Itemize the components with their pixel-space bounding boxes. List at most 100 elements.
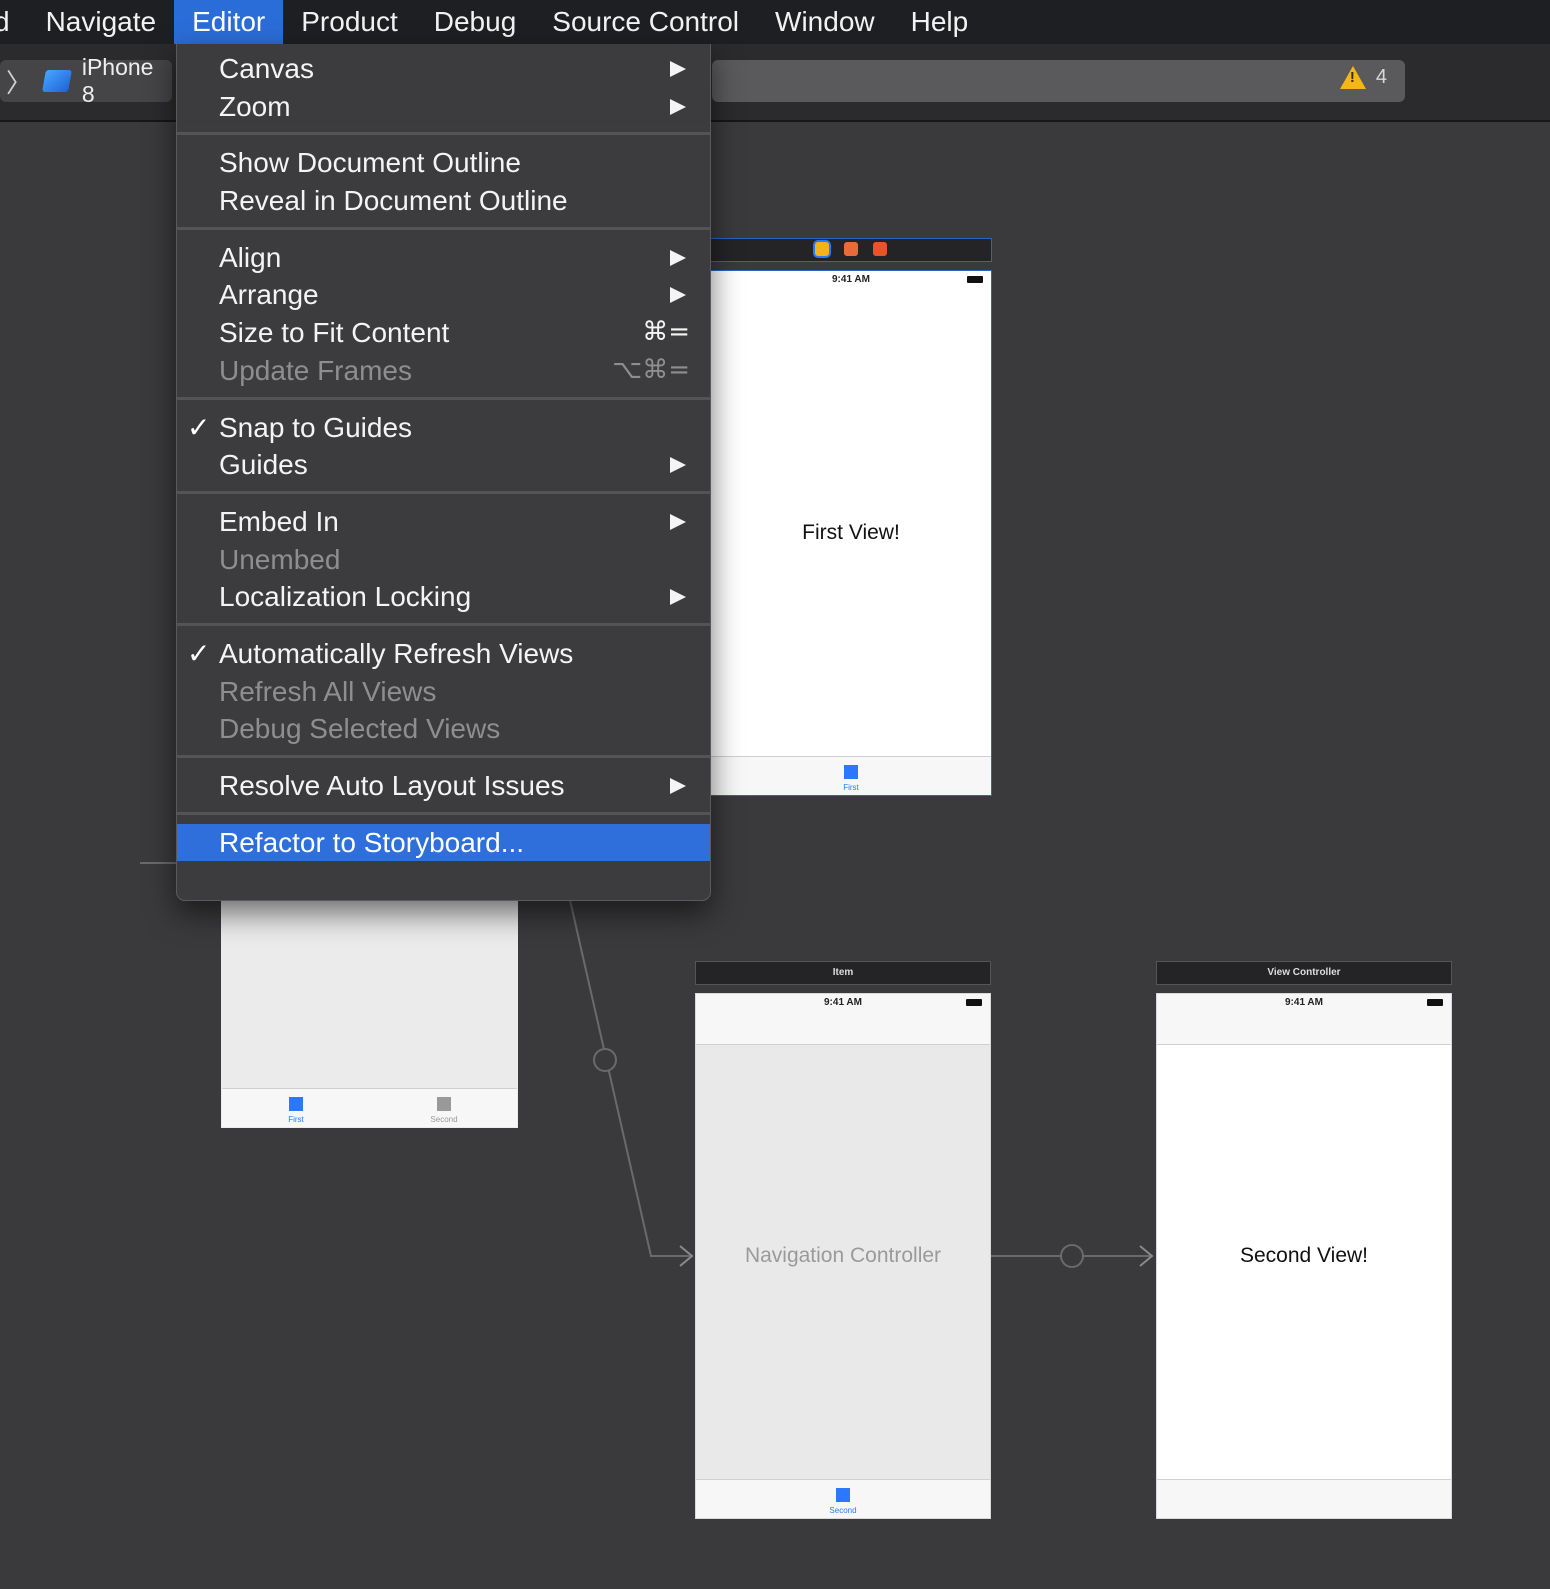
tab-square-icon: [844, 765, 858, 779]
submenu-arrow-icon: [670, 287, 686, 304]
battery-icon: [1427, 999, 1443, 1006]
menu-item-label: Align: [219, 241, 282, 273]
tab-label: Second: [430, 1115, 458, 1124]
submenu-arrow-icon: [670, 589, 686, 606]
menu-group-refactor: Refactor to Storyboard...: [177, 823, 710, 862]
menu-item-localization-locking[interactable]: Localization Locking: [177, 578, 710, 616]
menu-item-label: Snap to Guides: [219, 411, 413, 443]
menu-item-unembed: Unembed: [177, 541, 710, 579]
status-time: 9:41 AM: [1285, 997, 1323, 1008]
menu-item-automatically-refresh-views[interactable]: ✓ Automatically Refresh Views: [177, 635, 710, 673]
menu-item-canvas[interactable]: Canvas: [177, 50, 710, 88]
tab-square-icon: [836, 1488, 850, 1502]
tab-second[interactable]: Second: [414, 1097, 474, 1124]
submenu-arrow-icon: [670, 98, 686, 115]
submenu-arrow-icon: [670, 249, 686, 266]
keyboard-shortcut: ⌘=: [642, 317, 690, 348]
submenu-arrow-icon: [670, 457, 686, 474]
menu-item-guides[interactable]: Guides: [177, 446, 710, 484]
menu-item-label: Canvas: [219, 53, 314, 84]
segue-icon: [593, 1048, 617, 1072]
menu-separator: [177, 755, 710, 758]
menu-group-guides: ✓ Snap to Guides Guides: [177, 409, 710, 484]
menu-separator: [177, 622, 710, 626]
menu-separator: [177, 396, 710, 400]
menu-group-embed: Embed In Unembed Localization Locking: [177, 503, 710, 616]
menu-separator: [177, 132, 710, 136]
menu-item-align[interactable]: Align: [177, 239, 710, 277]
editor-menu-dropdown: Canvas Zoom Show Document Outline Reveal…: [176, 44, 711, 901]
checkmark-icon: ✓: [187, 637, 211, 669]
submenu-arrow-icon: [670, 513, 686, 530]
status-bar: 9:41 AM: [711, 271, 991, 289]
menu-item-label: Embed In: [219, 505, 339, 537]
menu-item-label: Show Document Outline: [219, 147, 521, 179]
menu-item-label: Resolve Auto Layout Issues: [219, 770, 565, 801]
menu-item-label: Arrange: [219, 279, 319, 311]
menu-item-arrange[interactable]: Arrange: [177, 276, 710, 314]
second-view-scene[interactable]: 9:41 AM Second View!: [1156, 993, 1452, 1519]
exit-icon: [872, 242, 887, 257]
segue-icon: [1060, 1244, 1084, 1268]
menu-item-update-frames: Update Frames ⌥⌘=: [177, 352, 710, 390]
menu-item-debug-selected-views: Debug Selected Views: [177, 710, 710, 748]
tab-square-icon: [437, 1097, 451, 1111]
menu-group-autolayout: Resolve Auto Layout Issues: [177, 767, 710, 805]
tab-label: Second: [829, 1506, 857, 1515]
submenu-arrow-icon: [670, 61, 686, 77]
status-time: 9:41 AM: [832, 274, 870, 285]
menu-item-label: Size to Fit Content: [219, 317, 450, 349]
battery-icon: [966, 999, 982, 1006]
menu-item-zoom[interactable]: Zoom: [177, 88, 710, 126]
menu-item-label: Localization Locking: [219, 581, 472, 613]
battery-icon: [967, 276, 983, 283]
menu-item-label: Reveal in Document Outline: [219, 185, 568, 217]
navigation-controller-label: Navigation Controller: [744, 1244, 942, 1267]
tab-first[interactable]: First: [821, 765, 881, 792]
view-controller-icon: [815, 242, 830, 257]
tab-square-icon: [289, 1097, 303, 1111]
menu-item-label: Debug Selected Views: [219, 713, 501, 745]
status-bar: 9:41 AM: [696, 994, 990, 1012]
menu-item-resolve-auto-layout-issues[interactable]: Resolve Auto Layout Issues: [177, 767, 710, 805]
tab-bar-controller-scene[interactable]: First Second: [221, 900, 518, 1128]
menu-item-label: Guides: [219, 449, 308, 481]
menu-item-label: Refactor to Storyboard...: [219, 826, 525, 858]
keyboard-shortcut: ⌥⌘=: [612, 354, 690, 385]
menu-item-embed-in[interactable]: Embed In: [177, 503, 710, 541]
status-bar: 9:41 AM: [1157, 994, 1451, 1012]
menu-item-show-document-outline[interactable]: Show Document Outline: [177, 144, 710, 182]
menu-group-refresh: ✓ Automatically Refresh Views Refresh Al…: [177, 635, 710, 748]
status-time: 9:41 AM: [824, 997, 862, 1008]
menu-item-refactor-to-storyboard[interactable]: Refactor to Storyboard...: [177, 823, 710, 862]
menu-separator: [177, 811, 710, 815]
menu-group-layout: Align Arrange Size to Fit Content ⌘= Upd…: [177, 239, 710, 390]
menu-item-snap-to-guides[interactable]: ✓ Snap to Guides: [177, 409, 710, 447]
menu-group-canvas: Canvas Zoom: [177, 50, 710, 125]
second-view-label[interactable]: Second View!: [1157, 1244, 1451, 1268]
tab-first[interactable]: First: [266, 1097, 326, 1124]
menu-item-label: Update Frames: [219, 354, 412, 386]
view-controller-scene-title[interactable]: View Controller: [1156, 961, 1452, 985]
menu-item-label: Unembed: [219, 543, 341, 575]
menu-item-label: Zoom: [219, 90, 291, 122]
first-responder-icon: [844, 242, 858, 257]
first-scene-dock[interactable]: [710, 238, 992, 262]
menu-group-outline: Show Document Outline Reveal in Document…: [177, 144, 710, 219]
tab-label: First: [843, 783, 859, 792]
tab-bar: [1157, 1479, 1451, 1518]
menu-item-size-to-fit-content[interactable]: Size to Fit Content ⌘=: [177, 314, 710, 352]
navigation-controller-scene[interactable]: 9:41 AM Navigation Controller Second: [695, 993, 991, 1519]
menu-item-refresh-all-views: Refresh All Views: [177, 673, 710, 711]
menu-separator: [177, 490, 710, 494]
menu-separator: [177, 226, 710, 230]
item-scene-title[interactable]: Item: [695, 961, 991, 985]
first-view-label[interactable]: First View!: [711, 521, 991, 545]
menu-item-reveal-in-document-outline[interactable]: Reveal in Document Outline: [177, 182, 710, 220]
first-view-scene[interactable]: 9:41 AM First View! First: [710, 270, 992, 796]
tab-second[interactable]: Second: [813, 1488, 873, 1515]
tab-bar: Second: [696, 1479, 990, 1518]
checkmark-icon: ✓: [187, 411, 211, 443]
menu-item-label: Refresh All Views: [219, 675, 437, 707]
tab-label: First: [288, 1115, 304, 1124]
